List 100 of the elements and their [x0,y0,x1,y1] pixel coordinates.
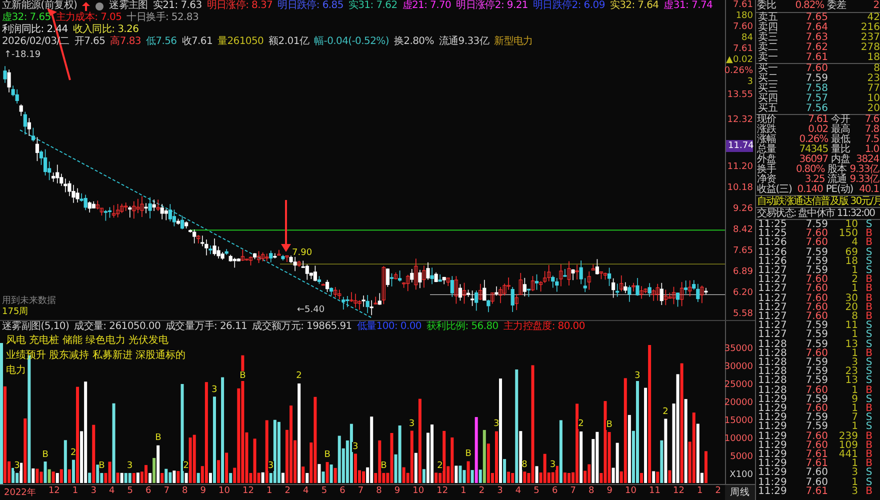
book-label: 买五 [758,104,779,114]
price-tick: 11.20 [727,162,753,173]
stat-value: 0.26% [798,135,828,145]
tick-price: 7.60 [804,468,828,478]
month-label: 9 [200,486,206,498]
tick-time: 11:28 [758,386,788,395]
tick-side: B [864,450,874,460]
month-label: 4 [303,486,309,498]
month-label: 10 [218,486,230,498]
book-volume: 216 [860,23,880,33]
tick-price: 7.60 [804,229,828,238]
tick-volume: 8 [852,312,858,322]
tick-price: 7.60 [804,404,828,414]
quote-value: 低7.56 [146,36,177,48]
month-label: 4 [108,486,115,498]
stat-label: PE(动) [826,185,853,195]
signal-mark: B [98,460,105,471]
tick-price: 7.60 [804,312,828,322]
high-label: ↑-18.19 [4,50,41,60]
book-volume: 18 [866,53,880,63]
tick-volume: 1 [852,348,858,358]
price-tick: 13.55 [727,90,753,101]
axis-quote: 180 [736,11,753,22]
tick-side: S [864,220,874,230]
signal-mark: 2 [662,406,668,417]
tick-volume: 7 [850,413,858,422]
tick-time: 11:29 [758,394,788,404]
volume-tick: 25000 [724,380,753,392]
stat-value: 74345 [798,145,828,155]
month-label: 6 [340,486,346,498]
unit-label: X100 [730,470,753,481]
stat-value: 7.5 [864,135,879,145]
indicator-value: 明日涨停2: 9.21 [456,0,528,12]
tick-side: S [864,394,874,404]
tick-side: S [864,256,874,266]
tick-volume: 11 [844,321,858,330]
tick-price: 7.59 [804,358,828,368]
stat-value: 40.1 [858,185,879,195]
book-price: 7.62 [804,43,828,53]
stat-label: 内盘 [831,155,850,165]
month-label: 8 [182,486,188,498]
period-button[interactable]: 周线 [725,485,755,500]
tick-volume: 1 [850,459,858,468]
month-label: 7 [358,486,364,498]
tick-volume: 150 [838,229,858,238]
tick-volume: 20 [844,302,858,312]
book-label: 买三 [758,84,779,94]
book-price: 7.65 [804,13,828,23]
month-label: 10 [412,486,424,498]
tick-side: B [864,294,874,303]
book-price: 7.56 [804,104,828,114]
volume-tick: 20000 [724,398,753,410]
tick-volume: 1 [852,422,858,432]
book-volume: 20 [866,104,880,114]
tick-time: 11:28 [758,376,788,386]
tick-side: S [864,422,874,432]
tick-side: S [864,468,874,478]
book-price: 7.63 [804,33,828,43]
tick-side: B [864,348,874,358]
promo-banner[interactable]: 自动跌涨通达信普及版 30元/月 [756,196,880,208]
stat-value: 7.61 [807,115,828,125]
stat-value: 0.02 [808,125,828,135]
stat-value: 0.140 [796,185,823,195]
price-tick: 5.58 [732,309,753,320]
concept-tags: 业绩预升 股东减持 私募新进 深股通标的 [0,348,186,363]
month-label: 6 [145,486,152,498]
low-label: ←5.40 [297,305,325,315]
tick-price: 7.59 [804,340,828,349]
tick-volume: 2 [850,275,858,284]
book-label: 买四 [758,94,779,104]
stat-label: 收益(三) [757,185,792,195]
tick-price: 7.60 [804,275,828,284]
book-price: 7.57 [804,94,828,104]
signal-mark: 2 [183,460,190,471]
axis-quote: ▲0.02 [726,55,753,66]
concept-tags: 风电 充电桩 储能 绿色电力 光伏发电 [0,333,169,348]
month-label: 8 [376,486,382,498]
tick-time: 11:28 [758,358,788,368]
month-label: 2 [715,486,721,498]
axis-quote: 7.61 [732,44,753,55]
month-label: 2 [478,486,485,498]
month-label: 12 [242,486,254,498]
book-label: 卖三 [758,33,779,43]
tick-side: S [864,478,874,487]
tick-side: B [864,432,874,441]
quote-value: 额2.01亿 [268,36,310,48]
stat-value: 7.6 [864,115,879,125]
tick-time: 11:27 [758,330,788,340]
tick-side: B [864,275,874,284]
month-label: 12 [48,486,60,498]
signal-mark: B [42,450,48,460]
month-label: 12 [672,486,684,498]
tick-side: B [864,238,874,248]
stat-label: 涨跌 [757,125,777,135]
trade-status: 交易状态: 盘中休市 11:32:00 [756,208,880,220]
tick-price: 7.59 [804,422,828,432]
volume-value: 低量100: 0.00 [356,321,422,333]
tick-side: B [864,386,874,395]
tick-price: 7.59 [804,321,828,330]
tick-volume: 3 [850,486,858,496]
